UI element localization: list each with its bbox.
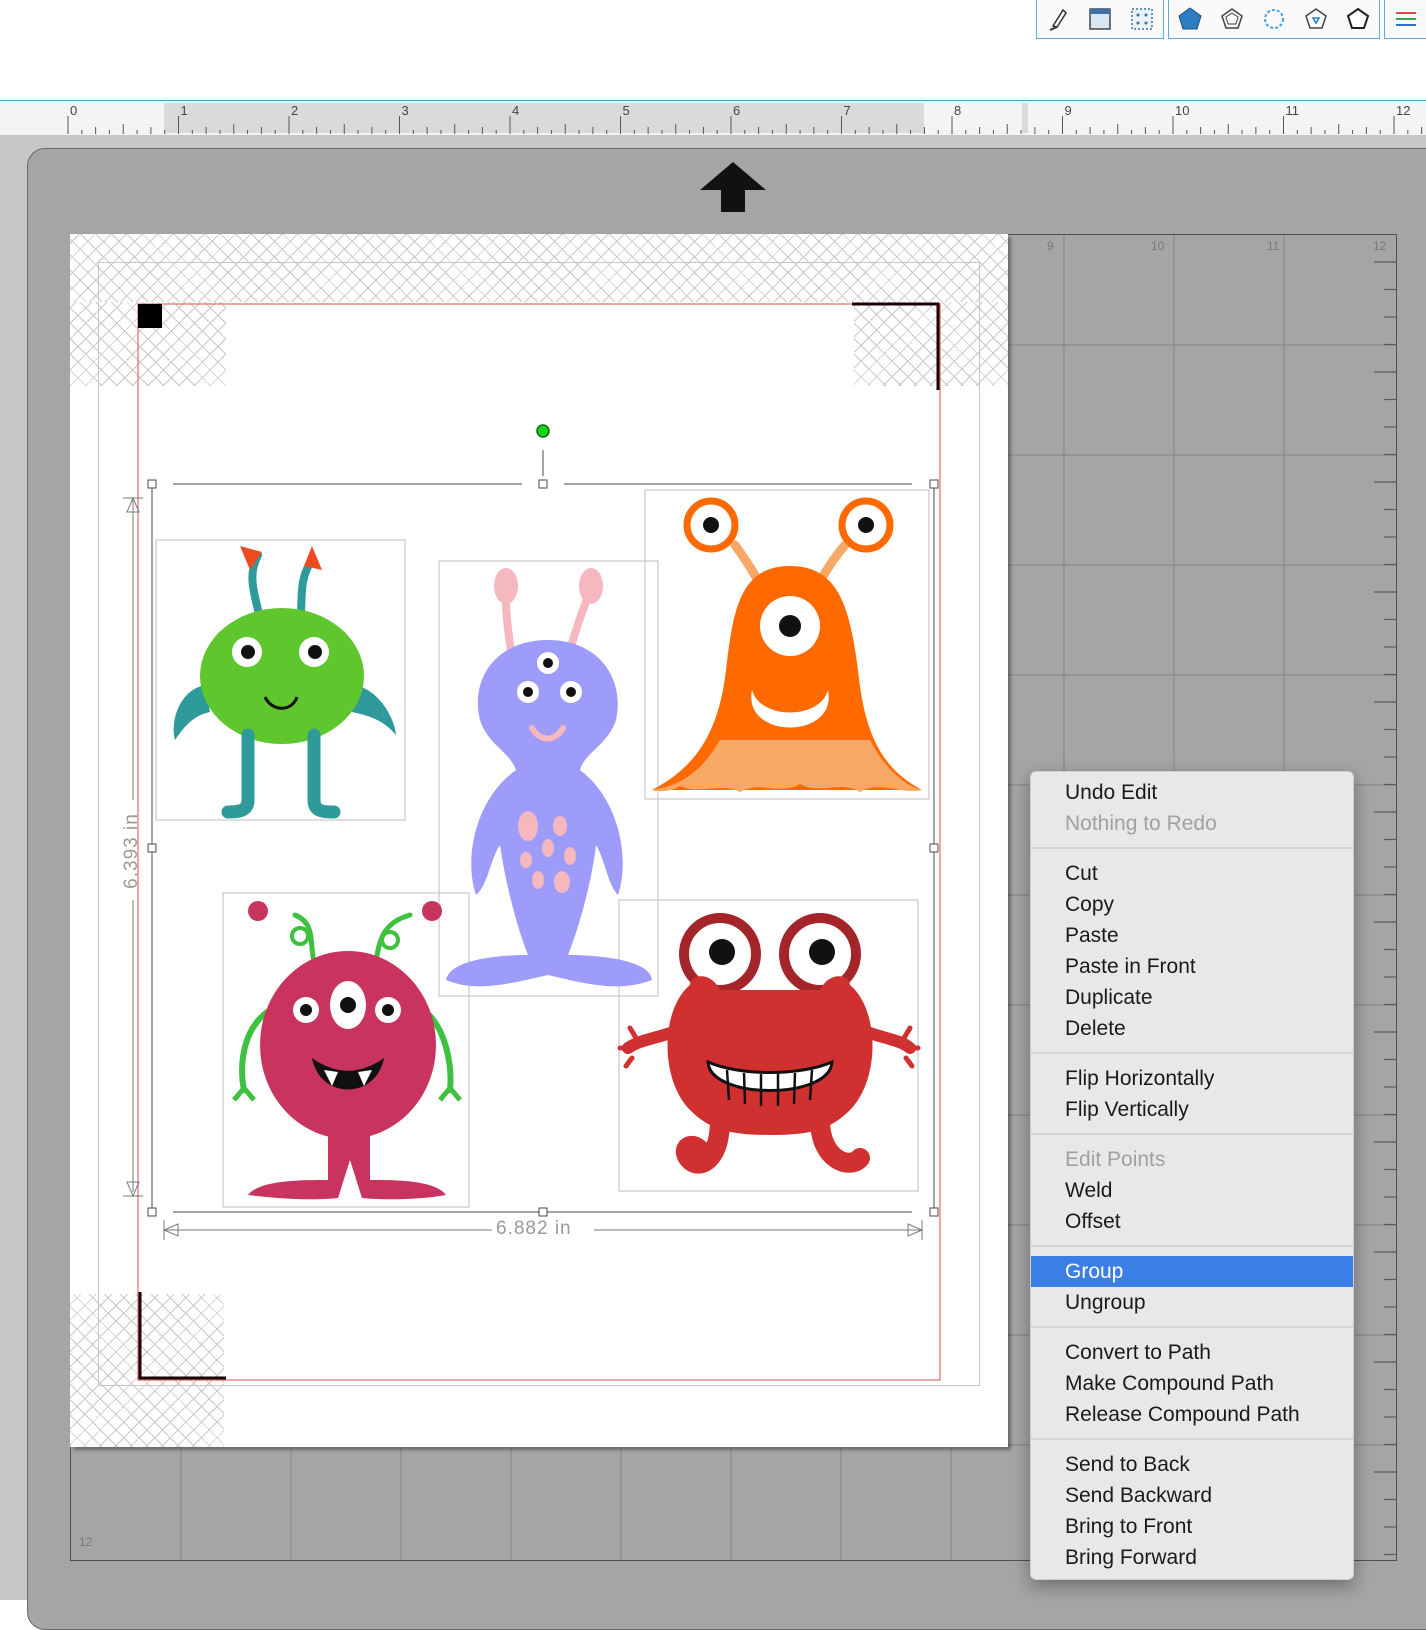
menu-item-flip-horizontally[interactable]: Flip Horizontally: [1031, 1063, 1353, 1094]
menu-item-redo[interactable]: Nothing to Redo: [1031, 808, 1353, 839]
menu-item-paste[interactable]: Paste: [1031, 920, 1353, 951]
menu-separator: [1031, 1245, 1353, 1247]
menu-item-send-to-back[interactable]: Send to Back: [1031, 1449, 1353, 1480]
width-dimension-label: 6.882 in: [496, 1218, 572, 1239]
green-monster[interactable]: [173, 546, 396, 819]
orange-monster[interactable]: [652, 497, 922, 792]
menu-item-ungroup[interactable]: Ungroup: [1031, 1287, 1353, 1318]
red-monster[interactable]: [617, 913, 921, 1174]
menu-separator: [1031, 1326, 1353, 1328]
menu-separator: [1031, 847, 1353, 849]
registration-mark-bottom-left: [138, 1292, 226, 1380]
purple-monster[interactable]: [446, 568, 652, 987]
height-dimension-label: 6.393 in: [121, 813, 142, 889]
menu-item-flip-vertically[interactable]: Flip Vertically: [1031, 1094, 1353, 1125]
rotate-handle[interactable]: [536, 424, 550, 438]
menu-item-make-compound-path[interactable]: Make Compound Path: [1031, 1368, 1353, 1399]
menu-item-duplicate[interactable]: Duplicate: [1031, 982, 1353, 1013]
menu-item-offset[interactable]: Offset: [1031, 1206, 1353, 1237]
menu-item-release-compound-path[interactable]: Release Compound Path: [1031, 1399, 1353, 1430]
menu-item-bring-to-front[interactable]: Bring to Front: [1031, 1511, 1353, 1542]
menu-separator: [1031, 1133, 1353, 1135]
registration-mark-top-right: [852, 302, 940, 390]
menu-item-delete[interactable]: Delete: [1031, 1013, 1353, 1044]
menu-item-paste-in-front[interactable]: Paste in Front: [1031, 951, 1353, 982]
menu-item-copy[interactable]: Copy: [1031, 889, 1353, 920]
registration-mark-square: [138, 304, 162, 328]
menu-item-weld[interactable]: Weld: [1031, 1175, 1353, 1206]
menu-separator: [1031, 1438, 1353, 1440]
menu-item-cut[interactable]: Cut: [1031, 858, 1353, 889]
menu-separator: [1031, 1052, 1353, 1054]
magenta-monster[interactable]: [232, 901, 462, 1200]
menu-item-send-backward[interactable]: Send Backward: [1031, 1480, 1353, 1511]
menu-item-edit-points[interactable]: Edit Points: [1031, 1144, 1353, 1175]
context-menu: Undo Edit Nothing to Redo Cut Copy Paste…: [1030, 771, 1354, 1580]
menu-item-bring-forward[interactable]: Bring Forward: [1031, 1542, 1353, 1573]
menu-item-convert-to-path[interactable]: Convert to Path: [1031, 1337, 1353, 1368]
menu-item-undo-edit[interactable]: Undo Edit: [1031, 777, 1353, 808]
menu-item-group[interactable]: Group: [1031, 1256, 1353, 1287]
